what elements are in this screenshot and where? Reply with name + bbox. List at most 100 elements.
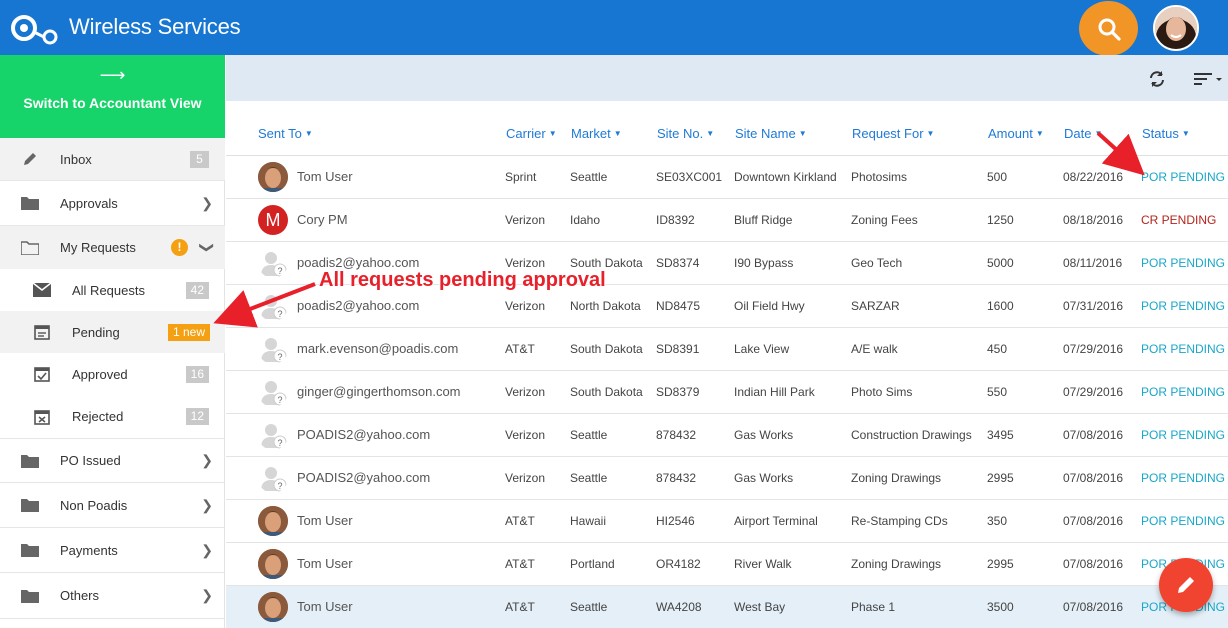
table-row[interactable]: Tom User AT&T Portland OR4182 River Walk Zoni… bbox=[226, 543, 1228, 586]
avatar bbox=[258, 592, 288, 622]
carrier-cell: Verizon bbox=[505, 385, 546, 399]
chevron-right-icon: ❯ bbox=[201, 587, 213, 603]
column-label: Carrier bbox=[506, 126, 546, 141]
svg-text:?: ? bbox=[277, 395, 282, 405]
table-row[interactable]: Tom User AT&T Seattle WA4208 West Bay Phase 1… bbox=[226, 586, 1228, 628]
sent-to-cell: Tom User bbox=[297, 169, 353, 184]
table-row[interactable]: ? ginger@gingerthomson.com Verizon South Da… bbox=[226, 371, 1228, 414]
market-cell: Seattle bbox=[570, 170, 608, 184]
sidebar-item-my-requests[interactable]: My Requests ! ❯ bbox=[0, 226, 225, 269]
column-header-request-for[interactable]: Request For ▼ bbox=[852, 126, 934, 141]
sidebar-item-approved[interactable]: Approved 16 bbox=[0, 353, 225, 395]
sort-button[interactable] bbox=[1192, 67, 1224, 91]
sidebar-item-label: Non Poadis bbox=[60, 497, 128, 513]
switch-label: Switch to Accountant View bbox=[23, 95, 202, 111]
column-header-date[interactable]: Date ▼ bbox=[1064, 126, 1102, 141]
search-icon bbox=[1098, 18, 1121, 41]
table-row[interactable]: Tom User Sprint Seattle SE03XC001 Downtown K… bbox=[226, 156, 1228, 199]
sidebar-item-approvals[interactable]: Approvals ❯ bbox=[0, 181, 225, 226]
site-name-cell: Bluff Ridge bbox=[734, 213, 793, 227]
sidebar-item-label: Others bbox=[60, 588, 100, 603]
user-avatar[interactable] bbox=[1153, 5, 1199, 51]
unknown-user-icon: ? bbox=[258, 248, 288, 278]
site-no-cell: 878432 bbox=[656, 471, 697, 485]
compose-fab-button[interactable] bbox=[1159, 558, 1213, 612]
sidebar-item-po-issued[interactable]: PO Issued ❯ bbox=[0, 439, 225, 483]
carrier-cell: Verizon bbox=[505, 256, 546, 270]
sidebar-item-rejected[interactable]: Rejected 12 bbox=[0, 395, 225, 439]
app-header: Wireless Services bbox=[0, 0, 1228, 56]
svg-text:?: ? bbox=[277, 309, 282, 319]
sidebar-item-others[interactable]: Others ❯ bbox=[0, 573, 225, 619]
sidebar-item-label: My Requests bbox=[60, 240, 136, 255]
table-row[interactable]: M Cory PM Verizon Idaho ID8392 Bluff Ridge Zon… bbox=[226, 199, 1228, 242]
unknown-user-icon: ? bbox=[258, 377, 288, 407]
site-no-cell: ID8392 bbox=[656, 213, 695, 227]
market-cell: North Dakota bbox=[570, 299, 641, 313]
market-cell: Portland bbox=[570, 557, 615, 571]
poadis-logo-icon[interactable] bbox=[10, 11, 60, 45]
carrier-cell: Verizon bbox=[505, 213, 546, 227]
column-header-status[interactable]: Status ▼ bbox=[1142, 126, 1190, 141]
market-cell: Idaho bbox=[570, 213, 601, 227]
mail-icon bbox=[33, 282, 51, 298]
table-row[interactable]: Tom User AT&T Hawaii HI2546 Airport Terminal… bbox=[226, 500, 1228, 543]
site-no-cell: SD8379 bbox=[656, 385, 700, 399]
avatar bbox=[258, 162, 288, 192]
switch-to-accountant-button[interactable]: ⟶ Switch to Accountant View bbox=[0, 55, 225, 138]
date-cell: 07/29/2016 bbox=[1063, 342, 1124, 356]
sidebar-item-inbox[interactable]: Inbox 5 bbox=[0, 138, 225, 181]
date-cell: 08/22/2016 bbox=[1063, 170, 1124, 184]
chevron-right-icon: ❯ bbox=[201, 496, 213, 513]
pencil-icon bbox=[1178, 577, 1194, 593]
column-header-sent-to[interactable]: Sent To ▼ bbox=[258, 126, 313, 141]
folder-open-icon bbox=[21, 240, 39, 256]
column-header-site-no[interactable]: Site No. ▼ bbox=[657, 126, 714, 141]
sent-to-cell: POADIS2@yahoo.com bbox=[297, 470, 431, 485]
site-name-cell: Gas Works bbox=[734, 471, 794, 485]
request-for-cell: Zoning Drawings bbox=[851, 557, 942, 571]
market-cell: Seattle bbox=[570, 471, 608, 485]
caret-down-icon: ▼ bbox=[304, 129, 313, 138]
column-header-market[interactable]: Market ▼ bbox=[571, 126, 622, 141]
refresh-icon bbox=[1150, 71, 1164, 87]
column-label: Amount bbox=[988, 126, 1033, 141]
chevron-right-icon: ❯ bbox=[201, 452, 213, 468]
date-cell: 07/08/2016 bbox=[1063, 557, 1124, 571]
status-cell: POR PENDING bbox=[1141, 342, 1226, 356]
sidebar-item-all-requests[interactable]: All Requests 42 bbox=[0, 269, 225, 311]
avatar: M bbox=[258, 205, 288, 235]
table-row[interactable]: ? POADIS2@yahoo.com Verizon Seattle 878432 Ga… bbox=[226, 414, 1228, 457]
unknown-user-icon: ? bbox=[258, 334, 288, 364]
site-no-cell: SD8374 bbox=[656, 256, 700, 270]
refresh-button[interactable] bbox=[1145, 67, 1169, 91]
folder-icon bbox=[21, 497, 39, 513]
column-header-carrier[interactable]: Carrier ▼ bbox=[506, 126, 557, 141]
table-row[interactable]: ? POADIS2@yahoo.com Verizon Seattle 878432 Ga… bbox=[226, 457, 1228, 500]
sidebar-item-payments[interactable]: Payments ❯ bbox=[0, 528, 225, 573]
sidebar-item-label: Payments bbox=[60, 542, 118, 558]
unknown-user-icon: ? bbox=[258, 420, 288, 450]
amount-cell: 550 bbox=[987, 385, 1008, 399]
caret-down-icon: ▼ bbox=[613, 129, 622, 138]
carrier-cell: Verizon bbox=[505, 428, 546, 442]
column-header-amount[interactable]: Amount ▼ bbox=[988, 126, 1044, 141]
site-name-cell: Downtown Kirkland bbox=[734, 170, 837, 184]
site-no-cell: WA4208 bbox=[656, 600, 702, 614]
column-header-site-name[interactable]: Site Name ▼ bbox=[735, 126, 807, 141]
search-button[interactable] bbox=[1079, 1, 1138, 56]
sent-to-cell: POADIS2@yahoo.com bbox=[297, 427, 431, 442]
site-name-cell: Lake View bbox=[734, 342, 790, 356]
amount-cell: 1250 bbox=[987, 213, 1014, 227]
amount-cell: 5000 bbox=[987, 256, 1014, 270]
sidebar: ⟶ Switch to Accountant View Inbox 5 Appr… bbox=[0, 55, 225, 628]
sidebar-item-label: Inbox bbox=[60, 151, 92, 167]
date-cell: 08/11/2016 bbox=[1063, 256, 1123, 270]
sidebar-item-pending[interactable]: Pending 1 new bbox=[0, 311, 225, 353]
table-row[interactable]: ? mark.evenson@poadis.com AT&T South Dakota… bbox=[226, 328, 1228, 371]
sidebar-item-non-poadis[interactable]: Non Poadis ❯ bbox=[0, 483, 225, 528]
folder-icon bbox=[21, 542, 39, 558]
chevron-down-icon: ❯ bbox=[199, 241, 216, 254]
status-cell: POR PENDING bbox=[1141, 256, 1226, 270]
amount-cell: 450 bbox=[987, 342, 1008, 356]
